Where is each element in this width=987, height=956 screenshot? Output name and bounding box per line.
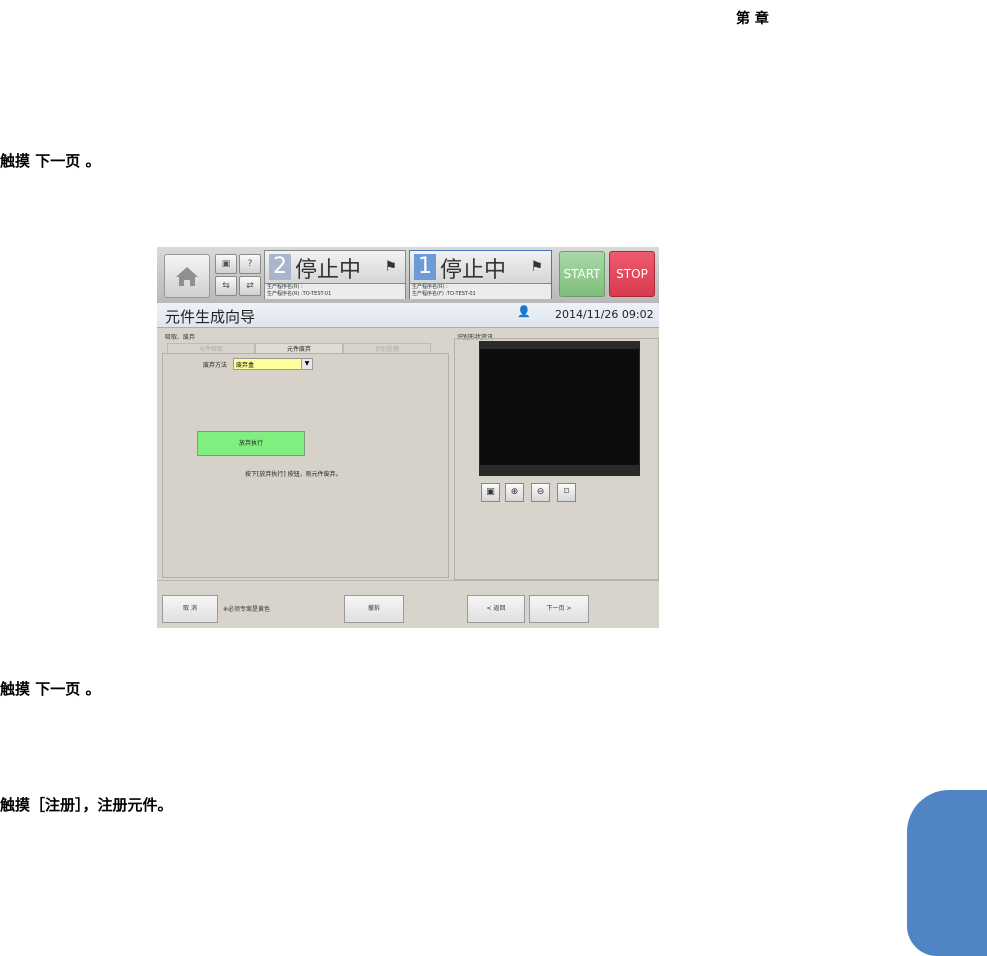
discard-panel — [162, 353, 449, 578]
retry-button[interactable]: 撤拆 — [344, 595, 404, 623]
discard-method-value: 废弃盒 — [236, 362, 255, 369]
lane-2-status[interactable]: 2 停止中 ⚑ 生产程序名(R) : 生产程序名(R) :TO-TEST-01 — [264, 250, 406, 299]
display-icon: ⇆ — [222, 281, 230, 291]
zoom-in-icon: ⊕ — [510, 487, 519, 497]
keyboard-icon: ▣ — [221, 259, 231, 269]
chapter-tab — [907, 790, 987, 956]
wizard-title-bar: 元件生成向导 👤 2014/11/26 09:02 — [157, 303, 659, 328]
home-icon — [176, 267, 198, 286]
display-button[interactable]: ⇆ — [215, 276, 237, 296]
next-button[interactable]: 下一页 > — [529, 595, 589, 623]
lane-program: 生产程序名(R) : 生产程序名(R) :TO-TEST-01 — [265, 283, 405, 299]
question-icon: ? — [247, 259, 253, 269]
discard-hint: 按下[放弃执行] 按钮，则元件废弃。 — [245, 471, 342, 478]
home-button[interactable] — [164, 254, 210, 298]
step-text: 触摸 下一页 。 — [0, 152, 101, 170]
required-note: ※必须专案是黄色 — [223, 606, 271, 613]
lane-status: 停止中 — [295, 258, 362, 283]
discard-method-select[interactable]: 废弃盒 ▼ — [233, 358, 313, 370]
lane-status: 停止中 — [440, 258, 507, 283]
execute-discard-button[interactable]: 放弃执行 — [197, 431, 305, 456]
wizard-screenshot: ▣ ? ⇆ ⇄ 2 停止中 ⚑ 生产程序名(R) : 生产程序名(R) :TO-T… — [157, 247, 659, 628]
start-button[interactable]: START — [559, 251, 605, 297]
transfer-icon: ⇄ — [246, 281, 254, 291]
lane-1-status[interactable]: 1 停止中 ⚑ 生产程序名(R) : 生产程序名(F) :TO-TEST-01 — [409, 250, 552, 299]
camera-view — [479, 341, 640, 476]
user-icon: 👤 — [517, 305, 531, 318]
operator-icon: ⚑ — [530, 259, 543, 275]
chevron-down-icon: ▼ — [301, 359, 312, 369]
keyboard-button[interactable]: ▣ — [215, 254, 237, 274]
stop-button[interactable]: STOP — [609, 251, 655, 297]
datetime: 2014/11/26 09:02 — [555, 308, 654, 321]
back-button[interactable]: < 返回 — [467, 595, 525, 623]
step-text: 触摸 下一页 。 — [0, 680, 101, 698]
help-button[interactable]: ? — [239, 254, 261, 274]
lane-number: 1 — [414, 254, 436, 280]
cancel-button[interactable]: 取 消 — [162, 595, 218, 623]
zoom-in-button[interactable]: ⊕ — [505, 483, 524, 502]
fit-button[interactable]: ⌑ — [557, 483, 576, 502]
image-icon: ▣ — [486, 487, 495, 497]
transfer-button[interactable]: ⇄ — [239, 276, 261, 296]
left-panel-heading: 吸取、废弃 — [165, 334, 196, 341]
lane-program: 生产程序名(R) : 生产程序名(F) :TO-TEST-01 — [410, 283, 551, 299]
top-bar: ▣ ? ⇆ ⇄ 2 停止中 ⚑ 生产程序名(R) : 生产程序名(R) :TO-T… — [157, 247, 659, 303]
fit-icon: ⌑ — [564, 487, 569, 497]
zoom-out-icon: ⊖ — [536, 487, 545, 497]
wizard-title: 元件生成向导 — [165, 308, 256, 326]
lane-number: 2 — [269, 254, 291, 280]
image-button[interactable]: ▣ — [481, 483, 500, 502]
zoom-out-button[interactable]: ⊖ — [531, 483, 550, 502]
chapter-label: 第 章 — [736, 11, 769, 27]
operator-icon: ⚑ — [384, 259, 397, 275]
step-text: 触摸［注册］，注册元件。 — [0, 796, 173, 814]
discard-method-label: 废弃方法 — [203, 362, 228, 369]
